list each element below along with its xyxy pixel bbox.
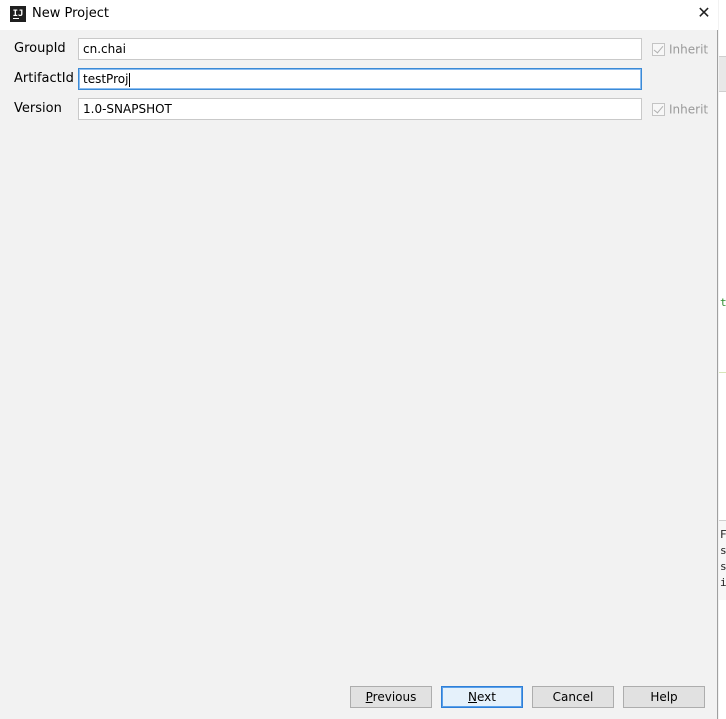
next-label: ext [477, 690, 496, 704]
background-code-char: t [720, 296, 726, 309]
version-value: 1.0-SNAPSHOT [83, 102, 172, 116]
groupid-label: GroupId [14, 41, 66, 56]
help-button[interactable]: Help [623, 686, 705, 708]
groupid-input[interactable]: cn.chai [78, 38, 642, 60]
artifactid-input[interactable]: testProj [78, 68, 642, 90]
groupid-inherit-label: Inherit [669, 42, 709, 57]
background-text-char: s [720, 560, 726, 573]
background-highlight-line [719, 372, 726, 373]
background-toolbar [719, 56, 726, 92]
close-icon: ✕ [697, 3, 711, 22]
version-inherit-checkbox: Inherit [652, 102, 708, 117]
cancel-button[interactable]: Cancel [532, 686, 614, 708]
cancel-label: Cancel [552, 690, 594, 704]
help-label: Help [650, 690, 678, 704]
text-caret [129, 72, 131, 87]
groupid-value: cn.chai [83, 42, 126, 56]
previous-button[interactable]: Previous [350, 686, 432, 708]
background-text-char: F [720, 528, 726, 541]
intellij-icon: IJ [10, 6, 26, 22]
artifactid-value: testProj [83, 72, 129, 86]
checkbox-checked-icon [652, 103, 665, 116]
next-mnemonic: N [468, 690, 477, 704]
groupid-inherit-checkbox: Inherit [652, 42, 708, 57]
background-app-edge: t F s s i [719, 0, 726, 719]
window-title: New Project [32, 6, 109, 21]
previous-mnemonic: P [365, 690, 373, 704]
background-text-char: s [720, 544, 726, 557]
background-text-char: i [720, 576, 726, 589]
version-label: Version [14, 101, 62, 116]
version-input[interactable]: 1.0-SNAPSHOT [78, 98, 642, 120]
close-button[interactable]: ✕ [692, 4, 716, 24]
new-project-dialog: IJ New Project ✕ GroupId cn.chai Inherit… [0, 0, 718, 719]
checkbox-checked-icon [652, 43, 665, 56]
title-bar[interactable]: IJ New Project ✕ [0, 0, 718, 30]
artifactid-label: ArtifactId [14, 71, 74, 86]
next-button[interactable]: Next [441, 686, 523, 708]
previous-label: revious [372, 690, 417, 704]
version-inherit-label: Inherit [669, 102, 709, 117]
